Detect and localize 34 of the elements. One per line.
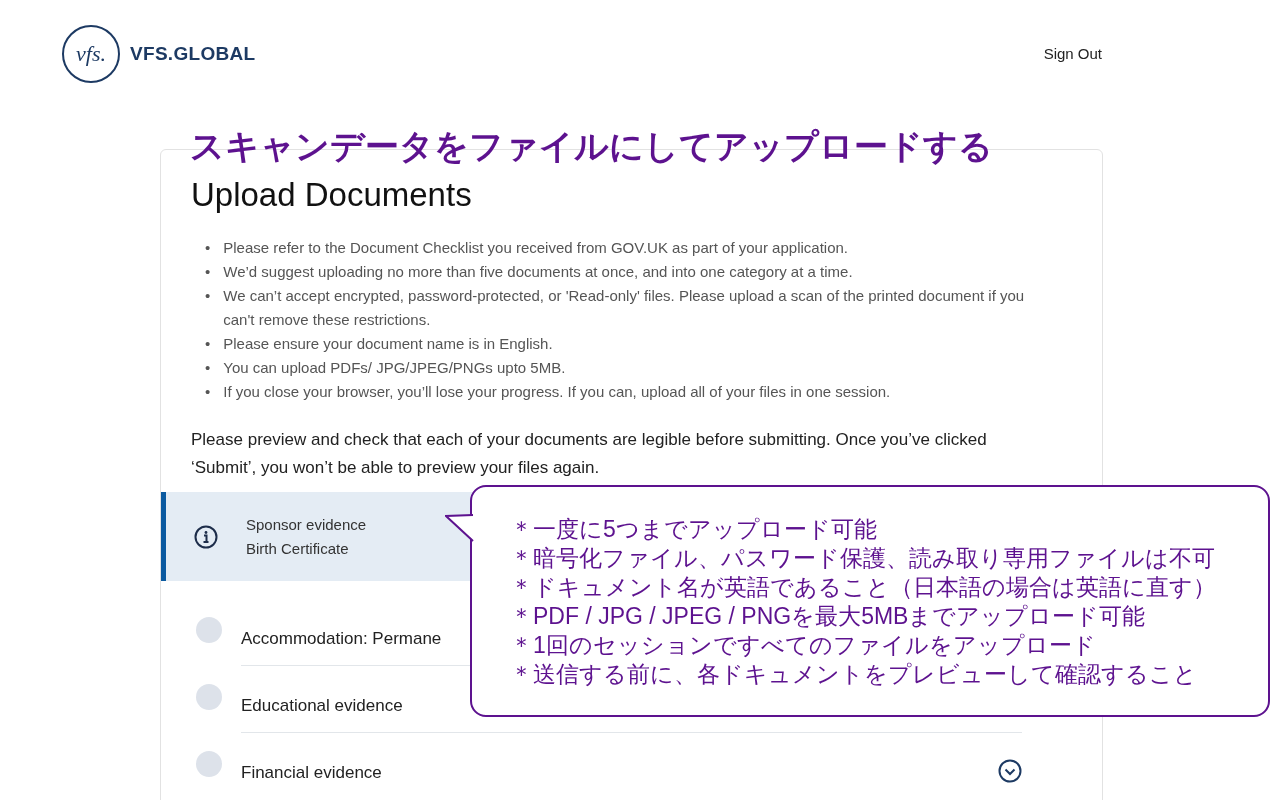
bullet-marker: •	[205, 382, 211, 402]
logo-mark: vfs.	[62, 25, 120, 83]
bullet-marker: •	[205, 334, 211, 354]
status-dot	[196, 751, 222, 777]
sign-out-link[interactable]: Sign Out	[1043, 45, 1102, 62]
guideline-item: We can’t accept encrypted, password-protected, or 'Read-only' files. Please upload a scan of the printed document if you can't remove these restrictions.	[223, 286, 1026, 330]
category-title[interactable]: Accommodation: Permane	[241, 629, 442, 649]
notice-text: Please preview and check that each of your documents are legible before submitting. Once you’ve clicked ‘Submit’, you won’t be able to preview your files again.	[191, 429, 988, 479]
info-line: Birth Certificate	[246, 538, 350, 559]
bullet-marker: •	[205, 238, 211, 258]
page-title: Upload Documents	[191, 176, 473, 214]
info-icon	[194, 524, 218, 549]
callout-line: ＊ドキュメント名が英語であること（日本語の場合は英語に直す）	[510, 573, 1217, 602]
info-line: Sponsor evidence	[246, 514, 367, 535]
guideline-item: If you close your browser, you’ll lose your progress. If you can, upload all of your files in one session.	[223, 382, 892, 402]
status-dot	[196, 684, 222, 710]
callout-line: ＊暗号化ファイル、パスワード保護、読み取り専用ファイルは不可	[510, 544, 1216, 573]
bullet-marker: •	[205, 262, 211, 282]
guideline-item: Please refer to the Document Checklist you received from GOV.UK as part of your application.	[223, 238, 849, 258]
callout-line: ＊送信する前に、各ドキュメントをプレビューして確認すること	[510, 660, 1198, 689]
guideline-item: Please ensure your document name is in English.	[223, 334, 554, 354]
category-title[interactable]: Financial evidence	[241, 763, 382, 783]
callout-line: ＊1回のセッションですべてのファイルをアップロード	[510, 631, 1097, 660]
status-dot	[196, 617, 222, 643]
chevron-icon[interactable]	[998, 759, 1022, 783]
annotation-title: スキャンデータをファイルにしてアップロードする	[190, 126, 993, 167]
bullet-marker: •	[205, 358, 211, 378]
bullet-marker: •	[205, 286, 211, 306]
logo-text: VFS.GLOBAL	[130, 43, 256, 65]
guideline-item: You can upload PDFs/ JPG/JPEG/PNGs upto 5MB.	[223, 358, 567, 378]
guideline-item: We’d suggest uploading no more than five documents at once, and into one category at a time.	[223, 262, 854, 282]
callout-line: ＊PDF / JPG / JPEG / PNGを最大5MBまでアップロード可能	[510, 602, 1147, 631]
callout-line: ＊一度に5つまでアップロード可能	[510, 515, 878, 544]
category-title[interactable]: Educational evidence	[241, 696, 403, 716]
